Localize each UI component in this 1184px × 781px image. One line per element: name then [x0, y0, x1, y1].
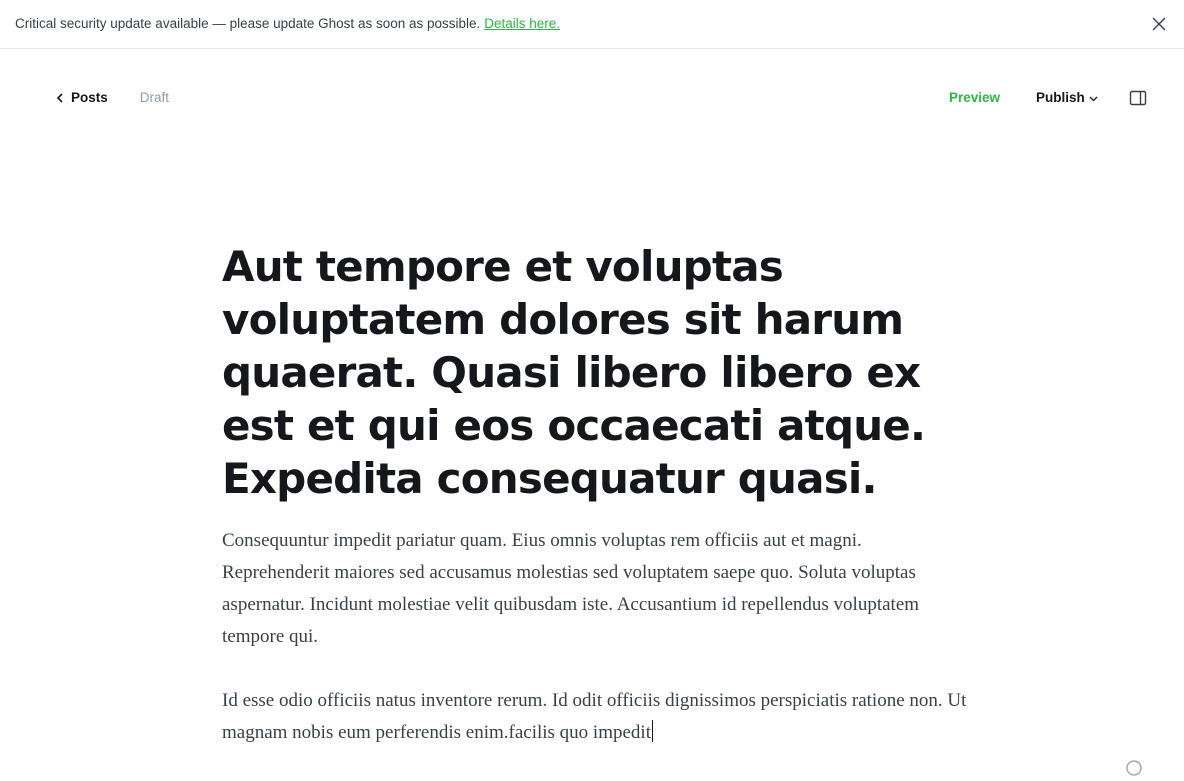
text-cursor	[651, 720, 653, 742]
banner-details-link[interactable]: Details here.	[484, 16, 560, 31]
post-editor: Aut tempore et voluptas voluptatem dolor…	[222, 240, 967, 781]
help-icon[interactable]	[1126, 760, 1142, 776]
body-paragraph-text: Id esse odio officiis natus inventore re…	[222, 690, 967, 743]
editor-toolbar-left: Posts Draft	[55, 90, 169, 105]
post-title[interactable]: Aut tempore et voluptas voluptatem dolor…	[222, 240, 967, 505]
body-paragraph[interactable]: Id esse odio officiis natus inventore re…	[222, 685, 967, 749]
post-body[interactable]: Consequuntur impedit pariatur quam. Eius…	[222, 525, 967, 749]
security-update-banner: Critical security update available — ple…	[0, 0, 1184, 49]
post-status-label: Draft	[139, 90, 170, 105]
publish-button[interactable]: Publish	[1036, 90, 1098, 105]
sidebar-toggle-icon[interactable]	[1129, 90, 1147, 106]
body-paragraph[interactable]: Consequuntur impedit pariatur quam. Eius…	[222, 525, 967, 653]
editor-toolbar-right: Preview Publish	[949, 90, 1098, 105]
preview-button[interactable]: Preview	[949, 90, 1000, 105]
banner-message: Critical security update available — ple…	[15, 16, 481, 31]
close-icon[interactable]	[1150, 15, 1168, 33]
back-to-posts-link[interactable]: Posts	[55, 90, 108, 105]
chevron-down-icon	[1089, 96, 1098, 102]
publish-button-label: Publish	[1036, 90, 1085, 105]
back-link-label: Posts	[71, 90, 108, 105]
banner-message-container: Critical security update available — ple…	[15, 16, 560, 31]
chevron-left-icon	[56, 92, 63, 103]
